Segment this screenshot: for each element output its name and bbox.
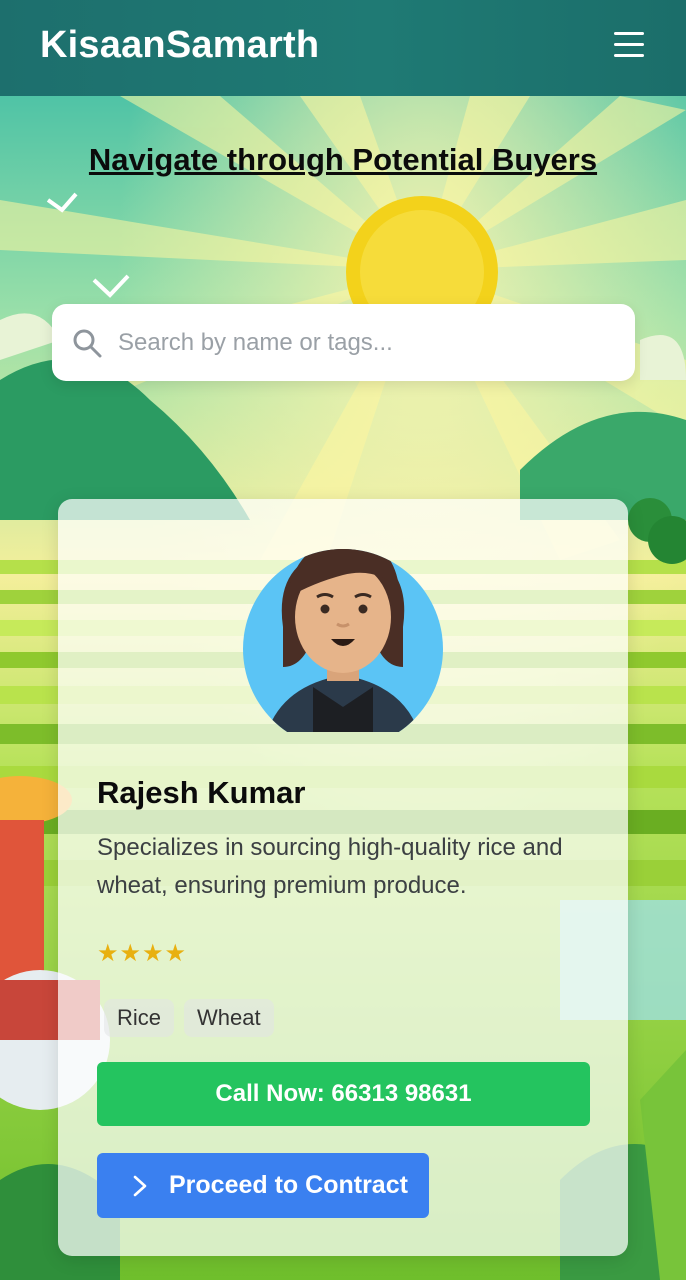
hamburger-menu-icon[interactable] xyxy=(606,26,652,66)
page-title: Navigate through Potential Buyers xyxy=(88,142,598,177)
proceed-to-contract-button[interactable]: Proceed to Contract xyxy=(97,1153,429,1218)
buyer-description: Specializes in sourcing high-quality ric… xyxy=(97,834,563,899)
top-navigation-bar: KisaanSamarth xyxy=(0,0,686,96)
proceed-to-contract-label: Proceed to Contract xyxy=(169,1171,408,1199)
buyer-name: Rajesh Kumar xyxy=(97,775,306,810)
chevron-right-icon xyxy=(133,1175,147,1196)
search-bar[interactable] xyxy=(52,304,635,381)
app-title[interactable]: KisaanSamarth xyxy=(40,24,319,67)
search-icon xyxy=(73,329,102,358)
rating-stars: ★★★★ xyxy=(97,940,188,967)
buyer-card: Rajesh Kumar Specializes in sourcing hig… xyxy=(58,499,628,1256)
tag-list: Rice Wheat xyxy=(104,999,274,1037)
buyer-avatar xyxy=(243,549,443,732)
call-now-label: Call Now: 66313 98631 xyxy=(215,1080,472,1107)
call-now-button[interactable]: Call Now: 66313 98631 xyxy=(97,1062,590,1126)
tag-chip[interactable]: Wheat xyxy=(184,999,274,1037)
tag-chip[interactable]: Rice xyxy=(104,999,175,1037)
search-input[interactable] xyxy=(116,322,620,364)
